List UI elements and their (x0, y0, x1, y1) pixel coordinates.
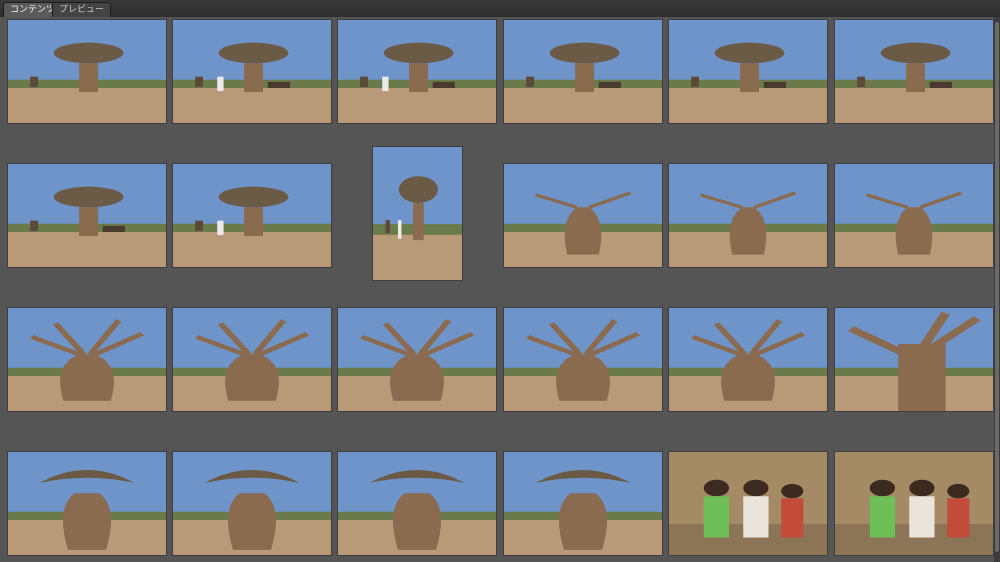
photo-thumbnail[interactable] (835, 164, 993, 267)
photo-thumbnail[interactable] (669, 452, 827, 555)
photo-thumbnail[interactable] (8, 308, 166, 411)
photo-thumbnail[interactable] (669, 20, 827, 123)
photo-thumbnail[interactable] (669, 308, 827, 411)
thumbnail-grid (0, 17, 994, 562)
photo-thumbnail[interactable] (669, 164, 827, 267)
panel-tab-bar: コンテンツ プレビュー (0, 0, 1000, 18)
photo-thumbnail[interactable] (338, 308, 496, 411)
photo-thumbnail[interactable] (504, 20, 662, 123)
photo-thumbnail[interactable] (835, 452, 993, 555)
photo-thumbnail[interactable] (504, 164, 662, 267)
photo-thumbnail[interactable] (338, 452, 496, 555)
photo-thumbnail[interactable] (338, 20, 496, 123)
content-browser-window: コンテンツ プレビュー (0, 0, 1000, 562)
scrollbar-thumb[interactable] (995, 22, 999, 552)
photo-thumbnail[interactable] (173, 164, 331, 267)
photo-thumbnail[interactable] (8, 164, 166, 267)
photo-thumbnail[interactable] (373, 147, 462, 280)
tab-preview[interactable]: プレビュー (52, 2, 112, 17)
photo-thumbnail[interactable] (504, 308, 662, 411)
photo-thumbnail[interactable] (504, 452, 662, 555)
vertical-scrollbar[interactable] (994, 17, 1000, 562)
photo-thumbnail[interactable] (173, 20, 331, 123)
photo-thumbnail[interactable] (835, 20, 993, 123)
photo-thumbnail[interactable] (173, 308, 331, 411)
photo-thumbnail[interactable] (173, 452, 331, 555)
photo-thumbnail[interactable] (8, 20, 166, 123)
photo-thumbnail[interactable] (8, 452, 166, 555)
photo-thumbnail[interactable] (835, 308, 993, 411)
